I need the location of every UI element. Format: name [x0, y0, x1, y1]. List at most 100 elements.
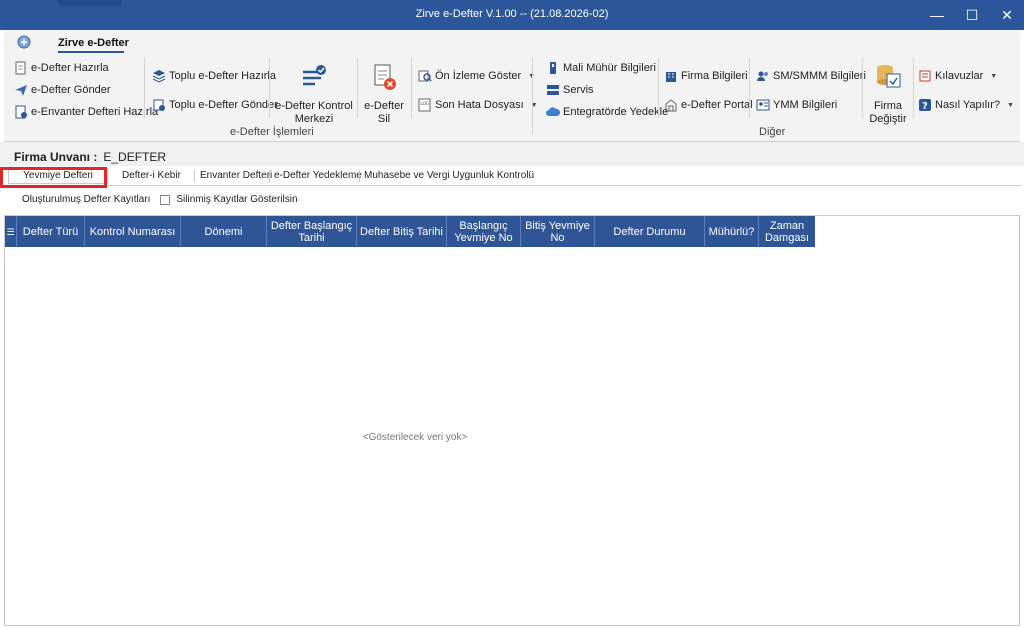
- edefter-hazirla-button[interactable]: e-Defter Hazırla: [14, 61, 109, 75]
- kontrol-merkezi-label-1: e-Defter Kontrol: [275, 100, 353, 112]
- ribbon-tabstrip: Zirve e-Defter: [4, 30, 1020, 56]
- svg-text:?: ?: [922, 101, 928, 112]
- id-card-icon: [756, 99, 770, 111]
- nasil-yapilir-dropdown[interactable]: ? Nasıl Yapılır? ▼: [918, 98, 1014, 112]
- envanter-hazirla-button[interactable]: e-Envanter Defteri Hazırla: [14, 105, 158, 119]
- edefter-portal-label: e-Defter Portal: [681, 99, 753, 111]
- app-menu-icon[interactable]: [16, 34, 32, 50]
- book-icon: [919, 70, 931, 82]
- firma-bilgileri-button[interactable]: Firma Bilgileri: [664, 69, 748, 83]
- mali-muhur-button[interactable]: Mali Mühür Bilgileri: [546, 61, 656, 75]
- log-file-icon: LOG: [418, 98, 431, 112]
- column-header-kontrol-numarasi[interactable]: Kontrol Numarası: [85, 216, 181, 247]
- toplu-hazirla-button[interactable]: Toplu e-Defter Hazırla: [152, 69, 276, 83]
- ribbon: Zirve e-Defter e-Defter Hazırla e-Defter…: [4, 30, 1020, 142]
- tab-separator: [359, 170, 360, 182]
- filter-row: Oluşturulmuş Defter Kayıtları Silinmiş K…: [22, 194, 298, 205]
- chevron-down-icon: ▼: [990, 72, 998, 80]
- ribbon-separator: [862, 58, 863, 118]
- minimize-button[interactable]: —: [920, 0, 954, 30]
- kilavuzlar-dropdown[interactable]: Kılavuzlar ▼: [918, 69, 997, 83]
- edefter-gonder-button[interactable]: e-Defter Gönder: [14, 83, 110, 97]
- kontrol-merkezi-label-2: Merkezi: [294, 113, 334, 125]
- mali-muhur-label: Mali Mühür Bilgileri: [563, 62, 656, 74]
- servis-label: Servis: [563, 84, 594, 96]
- edefter-sil-label-2: Sil: [377, 113, 391, 125]
- tab-edefter-yedekleme[interactable]: e-Defter Yedekleme: [274, 170, 362, 181]
- preview-icon: [418, 70, 432, 82]
- tab-zirve-edefter[interactable]: Zirve e-Defter: [58, 37, 129, 49]
- edefter-portal-button[interactable]: e-Defter Portal: [664, 98, 753, 112]
- records-label: Oluşturulmuş Defter Kayıtları: [22, 194, 151, 205]
- empty-grid-message: <Gösterilecek veri yok>: [362, 432, 468, 443]
- servis-button[interactable]: Servis: [546, 83, 594, 97]
- column-header-defter-turu[interactable]: Defter Türü: [17, 216, 85, 247]
- entegrator-yedekle-label: Entegratörde Yedekle: [563, 106, 669, 118]
- send-icon: [15, 85, 27, 96]
- ribbon-body: e-Defter Hazırla e-Defter Gönder e-Envan…: [4, 56, 1020, 142]
- column-header-muhurlu[interactable]: Mühürlü?: [705, 216, 759, 247]
- toplu-hazirla-label: Toplu e-Defter Hazırla: [169, 70, 276, 82]
- chevron-down-icon: ▼: [1007, 101, 1014, 109]
- close-button[interactable]: ✕: [990, 0, 1024, 30]
- firma-degistir-label-2: Değiştir: [869, 113, 907, 125]
- ymm-bilgileri-button[interactable]: YMM Bilgileri: [756, 98, 837, 112]
- ribbon-separator: [411, 58, 412, 118]
- kontrol-merkezi-button[interactable]: e-Defter Kontrol Merkezi: [274, 62, 354, 126]
- portal-icon: [665, 99, 677, 112]
- firma-bilgileri-label: Firma Bilgileri: [681, 70, 748, 82]
- ymm-bilgileri-label: YMM Bilgileri: [773, 99, 838, 111]
- tab-yevmiye-defteri[interactable]: Yevmiye Defteri: [8, 168, 108, 184]
- firma-unvani-label: Firma Unvanı :: [14, 150, 98, 164]
- edefter-gonder-label: e-Defter Gönder: [31, 84, 111, 96]
- show-deleted-label[interactable]: Silinmiş Kayıtlar Gösterilsin: [176, 194, 297, 205]
- ribbon-separator: [269, 58, 270, 118]
- column-header-bitis-yevmiye[interactable]: Bitiş Yevmiye No: [521, 216, 595, 247]
- group-label-diger: Diğer: [759, 126, 786, 138]
- tab-muhasebe-vergi-kontrol[interactable]: Muhasebe ve Vergi Uygunluk Kontrolü: [364, 170, 534, 181]
- layers-icon: [152, 70, 166, 83]
- tab-envanter-defteri[interactable]: Envanter Defteri: [200, 170, 272, 181]
- ribbon-separator: [749, 58, 750, 118]
- help-icon: ?: [919, 99, 931, 112]
- delete-document-icon: [374, 64, 396, 90]
- column-header-zaman-damgasi[interactable]: Zaman Damgası: [759, 216, 815, 247]
- tab-defteri-kebir[interactable]: Defter-i Kebir: [122, 170, 181, 181]
- batch-send-icon: [153, 99, 165, 111]
- column-chooser-icon[interactable]: ☰: [5, 216, 17, 247]
- tab-separator: [269, 170, 270, 182]
- tab-separator: [194, 170, 195, 182]
- column-header-bitis-tarihi[interactable]: Defter Bitiş Tarihi: [357, 216, 447, 247]
- ribbon-separator: [357, 58, 358, 118]
- edefter-sil-button[interactable]: e-Defter Sil: [362, 62, 406, 126]
- show-deleted-checkbox[interactable]: [160, 194, 171, 205]
- toplu-gonder-button[interactable]: Toplu e-Defter Gönder: [152, 98, 278, 112]
- column-header-defter-durumu[interactable]: Defter Durumu: [595, 216, 705, 247]
- column-header-baslangic-tarihi[interactable]: Defter Başlangıç Tarihi: [267, 216, 357, 247]
- firma-degistir-button[interactable]: Firma Değiştir: [866, 62, 910, 126]
- column-header-baslangic-yevmiye[interactable]: Başlangıç Yevmiye No: [447, 216, 521, 247]
- sub-tabstrip: Yevmiye Defteri Defter-i Kebir Envanter …: [4, 166, 1022, 186]
- grid-header: ☰ Defter Türü Kontrol Numarası Dönemi De…: [5, 216, 815, 247]
- edefter-hazirla-label: e-Defter Hazırla: [31, 62, 109, 74]
- entegrator-yedekle-button[interactable]: Entegratörde Yedekle: [546, 105, 668, 119]
- tab-active-indicator: [58, 51, 124, 53]
- usb-key-icon: [550, 62, 556, 74]
- on-izleme-dropdown[interactable]: Ön İzleme Göster ▼: [418, 69, 535, 83]
- kilavuzlar-label: Kılavuzlar: [935, 70, 984, 82]
- sm-smmm-button[interactable]: SM/SMMM Bilgileri: [756, 69, 866, 83]
- building-icon: [666, 72, 676, 82]
- checklist-icon: [303, 65, 326, 86]
- toplu-gonder-label: Toplu e-Defter Gönder: [169, 99, 278, 111]
- on-izleme-label: Ön İzleme Göster: [435, 70, 522, 82]
- records-grid[interactable]: ☰ Defter Türü Kontrol Numarası Dönemi De…: [4, 215, 1020, 626]
- envanter-hazirla-label: e-Envanter Defteri Hazırla: [31, 106, 159, 118]
- maximize-button[interactable]: ☐: [955, 0, 989, 30]
- server-icon: [547, 85, 559, 95]
- users-icon: [757, 71, 768, 81]
- ribbon-group-separator: [532, 58, 533, 134]
- ribbon-separator: [658, 58, 659, 118]
- column-header-donemi[interactable]: Dönemi: [181, 216, 267, 247]
- son-hata-dropdown[interactable]: LOG Son Hata Dosyası ▼: [418, 98, 538, 112]
- document-new-icon: [15, 61, 26, 75]
